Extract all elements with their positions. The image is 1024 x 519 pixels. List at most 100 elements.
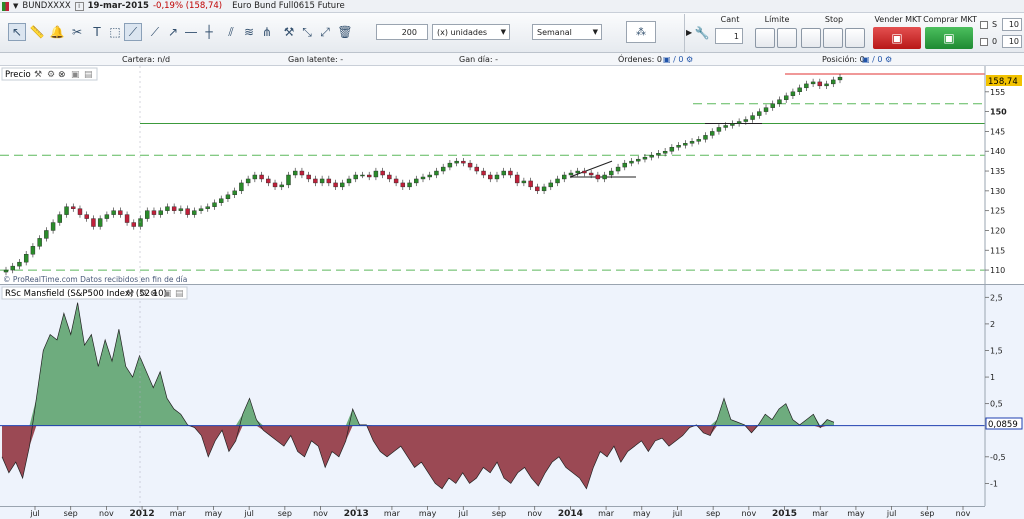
candle[interactable]: [3, 269, 9, 273]
candle[interactable]: [790, 91, 796, 96]
quantity-input[interactable]: 200: [376, 24, 428, 40]
candle[interactable]: [467, 162, 473, 168]
candle[interactable]: [810, 81, 816, 85]
buy-mkt-button[interactable]: ▣: [925, 27, 973, 49]
candle[interactable]: [407, 182, 412, 188]
candle[interactable]: [151, 210, 157, 215]
candle[interactable]: [373, 170, 379, 178]
candle[interactable]: [245, 178, 251, 184]
tools-icon[interactable]: ⚒: [280, 23, 298, 41]
settings-icon[interactable]: ⚙: [139, 289, 147, 299]
candle[interactable]: [548, 182, 553, 188]
candle[interactable]: [461, 160, 466, 164]
candle[interactable]: [37, 238, 42, 247]
candle[interactable]: [656, 153, 661, 156]
zero-checkbox[interactable]: [980, 38, 988, 46]
sell-limit-button[interactable]: [777, 28, 797, 48]
candle[interactable]: [97, 218, 103, 227]
candle[interactable]: [104, 214, 110, 219]
candle[interactable]: [333, 182, 338, 188]
export-icon[interactable]: ▤: [84, 70, 93, 80]
candle[interactable]: [387, 174, 392, 180]
candle[interactable]: [710, 131, 715, 136]
candle[interactable]: [145, 210, 150, 219]
chevron-down-icon[interactable]: ▼: [13, 2, 18, 10]
candle[interactable]: [541, 186, 547, 192]
info-icon[interactable]: i: [74, 1, 84, 11]
candle[interactable]: [703, 135, 708, 140]
wrench-icon[interactable]: ⚒: [34, 70, 42, 80]
candle[interactable]: [346, 178, 352, 184]
wrench-icon[interactable]: 🔧: [693, 24, 711, 42]
candle[interactable]: [676, 145, 681, 148]
copy-icon[interactable]: ▣: [71, 70, 80, 80]
symbol-label[interactable]: BUNDXXXX: [22, 1, 70, 11]
candle[interactable]: [622, 162, 627, 168]
comment-icon[interactable]: ⬚: [106, 23, 124, 41]
candle[interactable]: [609, 170, 614, 176]
candle[interactable]: [481, 170, 486, 176]
candle[interactable]: [615, 166, 621, 172]
candle[interactable]: [91, 218, 96, 227]
candle[interactable]: [30, 246, 36, 255]
candle[interactable]: [494, 174, 500, 180]
candle[interactable]: [521, 180, 527, 184]
candle[interactable]: [837, 76, 843, 81]
candle[interactable]: [716, 127, 722, 132]
line-icon[interactable]: ⟋: [146, 23, 164, 41]
close-icon[interactable]: ⊗: [58, 70, 66, 80]
candle[interactable]: [319, 178, 325, 184]
candle[interactable]: [763, 107, 769, 112]
candle[interactable]: [84, 214, 89, 219]
trash-icon[interactable]: 🗑: [336, 23, 354, 41]
candle[interactable]: [10, 265, 15, 271]
candle[interactable]: [474, 166, 480, 172]
candle[interactable]: [326, 178, 332, 184]
candle[interactable]: [575, 170, 580, 174]
sell-mkt-button[interactable]: ▣: [873, 27, 921, 49]
candle[interactable]: [239, 182, 244, 192]
candle[interactable]: [44, 230, 49, 239]
candle[interactable]: [313, 178, 318, 184]
candle[interactable]: [17, 261, 22, 267]
wrench-icon[interactable]: ⚒: [126, 289, 134, 299]
candle[interactable]: [279, 184, 284, 188]
candle[interactable]: [488, 174, 493, 180]
candle[interactable]: [340, 182, 345, 188]
buy-stop-button[interactable]: [801, 28, 821, 48]
candle[interactable]: [111, 210, 116, 215]
candle[interactable]: [669, 147, 675, 152]
trend-icon[interactable]: ⟋: [124, 23, 142, 41]
cut-icon[interactable]: ✂: [68, 23, 86, 41]
candle[interactable]: [232, 190, 237, 196]
candle[interactable]: [555, 178, 560, 184]
candle[interactable]: [501, 170, 506, 176]
candle[interactable]: [286, 174, 291, 186]
position-link-icon[interactable]: ▣ / 0 ⚙: [862, 55, 892, 64]
candle[interactable]: [366, 174, 372, 178]
candle[interactable]: [171, 206, 177, 211]
candle[interactable]: [400, 182, 406, 188]
candle[interactable]: [824, 83, 829, 87]
candle[interactable]: [582, 170, 587, 174]
candle[interactable]: [629, 160, 634, 164]
candle[interactable]: [212, 202, 217, 207]
settings-icon[interactable]: ⚙: [47, 70, 55, 80]
zero-input[interactable]: 10: [1002, 35, 1022, 48]
chart-color-icon[interactable]: [2, 1, 9, 11]
buy-limit-button[interactable]: [755, 28, 775, 48]
candle[interactable]: [380, 170, 385, 176]
candle[interactable]: [205, 206, 210, 209]
chart-type-icon[interactable]: ⁂: [626, 21, 656, 43]
candle[interactable]: [64, 206, 69, 215]
candle[interactable]: [528, 180, 533, 188]
cursor-icon[interactable]: ↖: [8, 23, 26, 41]
copy-icon[interactable]: ▣: [163, 289, 172, 299]
candle[interactable]: [595, 174, 601, 180]
candle[interactable]: [602, 174, 607, 180]
cant-input[interactable]: 1: [715, 28, 743, 44]
s-checkbox[interactable]: [980, 21, 988, 29]
arrows-icon[interactable]: ⤡: [298, 23, 316, 41]
candle[interactable]: [750, 115, 755, 120]
candle[interactable]: [158, 210, 163, 215]
